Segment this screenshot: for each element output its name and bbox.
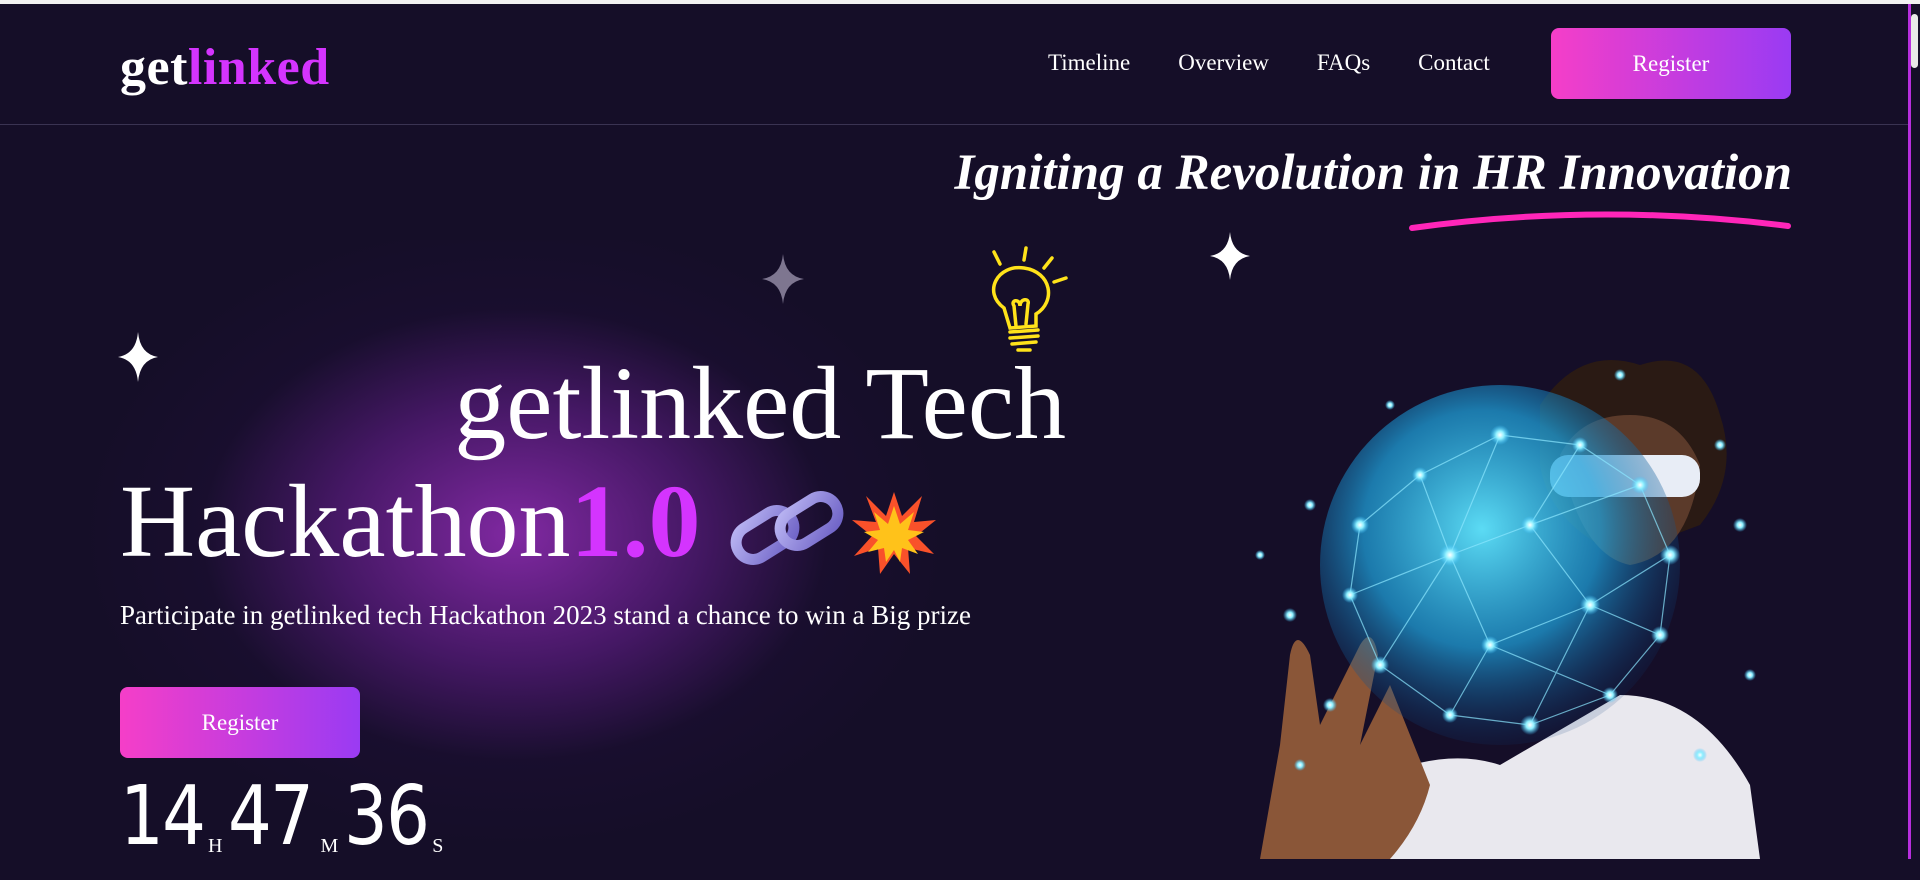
page-edge-accent bbox=[1908, 4, 1911, 859]
countdown-minutes: 47 bbox=[228, 769, 314, 864]
chain-link-icon bbox=[730, 491, 844, 565]
logo-part-linked: linked bbox=[187, 39, 330, 96]
countdown-seconds: 36 bbox=[344, 769, 430, 864]
hero-image bbox=[1060, 225, 1800, 859]
logo-part-get: get bbox=[120, 39, 188, 96]
hero-tagline: Igniting a Revolution in HR Innovation bbox=[954, 145, 1793, 201]
site-header: getlinked Timeline Overview FAQs Contact… bbox=[0, 4, 1908, 125]
nav-link-faqs[interactable]: FAQs bbox=[1317, 50, 1370, 76]
collision-icon bbox=[852, 492, 936, 574]
hero-title-version: 1.0 bbox=[570, 464, 701, 579]
nav-link-overview[interactable]: Overview bbox=[1178, 50, 1269, 76]
hero-title-line1: getlinked Tech bbox=[454, 346, 1066, 461]
countdown-hours: 14 bbox=[120, 769, 206, 864]
hero-register-button[interactable]: Register bbox=[120, 687, 360, 758]
nav-register-button[interactable]: Register bbox=[1551, 28, 1791, 99]
nav-link-contact[interactable]: Contact bbox=[1418, 50, 1490, 76]
hero-title-word: Hackathon bbox=[120, 464, 571, 579]
light-bulb-icon bbox=[991, 246, 1068, 352]
sparkle-icon bbox=[762, 254, 804, 304]
hero-title-line2: Hackathon1.0 bbox=[120, 470, 700, 574]
main-nav: Timeline Overview FAQs Contact bbox=[1048, 50, 1490, 76]
countdown-hours-unit: H bbox=[208, 835, 223, 857]
scrollbar-thumb[interactable] bbox=[1911, 14, 1918, 68]
countdown-minutes-unit: M bbox=[320, 835, 339, 857]
hero-subtitle: Participate in getlinked tech Hackathon … bbox=[120, 600, 971, 630]
countdown-seconds-unit: S bbox=[432, 835, 444, 857]
logo[interactable]: getlinked bbox=[120, 38, 330, 97]
nav-link-timeline[interactable]: Timeline bbox=[1048, 50, 1130, 76]
countdown-timer: 14 H 47 M 36 S bbox=[120, 776, 449, 858]
